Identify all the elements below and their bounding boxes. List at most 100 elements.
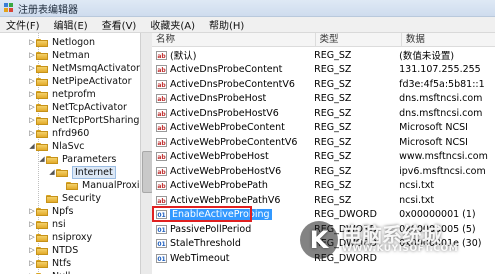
tree-node[interactable]: ▷ Netlogon — [28, 36, 95, 48]
tree-node[interactable]: ManualProxie — [58, 179, 140, 191]
column-header-name[interactable]: 名称 — [152, 33, 315, 46]
value-row[interactable]: ab ActiveWebProbeHost REG_SZ www.msftncsi.c… — [152, 151, 495, 163]
value-name: PassivePollPeriod — [170, 223, 252, 235]
value-type: REG_SZ — [314, 151, 352, 162]
tree-scrollbar[interactable] — [140, 33, 153, 274]
folder-icon — [36, 51, 48, 60]
menu-item[interactable]: 文件(F) — [6, 17, 40, 32]
tree-node[interactable]: ▷ NetTcpPortSharing — [28, 114, 139, 126]
menu-item[interactable]: 帮助(H) — [209, 17, 244, 32]
collapsed-arrow-icon[interactable]: ▷ — [28, 38, 36, 46]
tree-node[interactable]: ◢ NlaSvc — [28, 140, 84, 152]
tree-node[interactable]: ▷ Ntfs — [28, 257, 71, 269]
string-value-icon: ab — [156, 137, 167, 147]
value-data: dns.msftncsi.com — [399, 107, 483, 119]
window-title: 注册表编辑器 — [18, 4, 78, 16]
tree-node[interactable]: ▷ Npfs — [28, 205, 73, 217]
binary-value-icon: 01 — [156, 239, 167, 248]
string-value-icon: ab — [156, 94, 167, 103]
column-header-type[interactable]: 类型 — [314, 33, 401, 46]
tree-node-label: Npfs — [52, 205, 74, 217]
folder-icon — [36, 246, 48, 255]
value-row[interactable]: ab ActiveDnsProbeContentV6 REG_SZ fd3e:4f5a… — [152, 78, 495, 90]
tree-node[interactable]: ◢ Internet — [48, 165, 116, 179]
collapsed-arrow-icon[interactable]: ▷ — [28, 51, 36, 59]
collapsed-arrow-icon[interactable]: ▷ — [28, 233, 36, 241]
folder-icon — [46, 155, 58, 164]
value-row[interactable]: ab (默认) REG_SZ (数值未设置) — [152, 49, 495, 62]
tree-node[interactable]: ▷ NTDS — [28, 244, 78, 256]
collapsed-arrow-icon[interactable]: ▷ — [28, 90, 36, 98]
folder-icon — [36, 233, 48, 242]
value-row[interactable]: ab ActiveWebProbeHostV6 REG_SZ ipv6.msftncs… — [152, 165, 495, 177]
tree-node[interactable]: ▷Null — [28, 270, 70, 274]
collapsed-arrow-icon[interactable]: ▷ — [28, 116, 36, 124]
tree-node[interactable]: ▷ nsi — [28, 218, 65, 230]
collapsed-arrow-icon[interactable]: ▷ — [28, 246, 36, 254]
regedit-app-icon — [4, 3, 14, 13]
tree-node-label: ManualProxie — [82, 179, 140, 191]
value-row[interactable]: ab ActiveDnsProbeHost REG_SZ dns.msftncsi.c… — [152, 93, 495, 105]
value-name: ActiveDnsProbeContent — [170, 64, 283, 75]
value-row[interactable]: ab ActiveDnsProbeContent REG_SZ 131.107.255… — [152, 64, 495, 76]
tree-node[interactable]: ▷ NetMsmqActivator — [28, 62, 140, 74]
tree-node-label: NetTcpPortSharing — [52, 114, 140, 126]
value-row[interactable]: ab ActiveWebProbeContent REG_SZ Microsoft N… — [152, 122, 495, 134]
value-row[interactable]: ab ActiveWebProbeContentV6 REG_SZ Microsoft… — [152, 136, 495, 148]
value-row[interactable]: ab ActiveWebProbePath REG_SZ ncsi.txt — [152, 180, 495, 192]
value-type: REG_SZ — [314, 194, 352, 206]
tree-node-label: NlaSvc — [52, 140, 85, 152]
menu-item[interactable]: 编辑(E) — [54, 17, 88, 32]
string-value-icon: ab — [156, 79, 167, 89]
value-type: REG_SZ — [314, 180, 352, 191]
tree-node[interactable]: ▷ netprofm — [28, 88, 96, 100]
collapsed-arrow-icon[interactable]: ▷ — [28, 207, 36, 215]
folder-icon — [36, 77, 48, 86]
collapsed-arrow-icon[interactable]: ▷ — [28, 129, 36, 137]
value-name: ActiveWebProbePathV6 — [170, 194, 281, 206]
red-highlight-box — [152, 205, 252, 222]
collapsed-arrow-icon[interactable]: ▷ — [28, 64, 36, 72]
column-header-data[interactable]: 数据 — [400, 33, 495, 46]
tree-node[interactable]: ▷ Netman — [28, 49, 90, 61]
tree-node-label: netprofm — [52, 88, 96, 100]
binary-value-icon: 01 — [156, 253, 167, 263]
string-value-icon: ab — [156, 50, 167, 60]
value-name: ActiveWebProbeHost — [170, 151, 269, 162]
tree-node-label: NTDS — [52, 244, 79, 256]
string-value-icon: ab — [156, 152, 167, 161]
tree-node-label: Null — [52, 271, 70, 274]
collapsed-arrow-icon[interactable]: ▷ — [28, 103, 36, 111]
string-value-icon: ab — [156, 195, 167, 205]
collapsed-arrow-icon[interactable]: ▷ — [28, 77, 36, 85]
value-type: REG_SZ — [314, 64, 352, 75]
value-name: ActiveDnsProbeHostV6 — [170, 107, 279, 119]
expanded-arrow-icon[interactable]: ◢ — [28, 142, 36, 150]
tree-node-label: NetMsmqActivator — [52, 62, 140, 74]
folder-icon — [36, 207, 48, 216]
menu-item[interactable]: 查看(V) — [102, 17, 137, 32]
string-value-icon: ab — [156, 181, 167, 190]
tree-node[interactable]: ▷ NetTcpActivator — [28, 101, 127, 113]
folder-icon — [46, 194, 58, 203]
tree-node[interactable]: ▷ NetPipeActivator — [28, 75, 131, 87]
value-data: 131.107.255.255 — [399, 64, 481, 75]
collapsed-arrow-icon[interactable]: ▷ — [28, 220, 36, 228]
registry-tree[interactable]: ▷ Netlogon ▷ Netman ▷ NetMsmqActivator ▷ NetPip… — [0, 33, 140, 274]
expanded-arrow-icon[interactable]: ◢ — [48, 168, 56, 176]
value-type: REG_SZ — [314, 93, 352, 104]
menu-item[interactable]: 收藏夹(A) — [150, 17, 195, 32]
tree-node[interactable]: ▷ nsiproxy — [28, 231, 92, 243]
expanded-arrow-icon[interactable]: ◢ — [38, 155, 46, 163]
tree-node-label: Netman — [52, 49, 90, 61]
tree-node[interactable]: Security — [38, 192, 101, 204]
collapsed-arrow-icon[interactable]: ▷ — [28, 259, 36, 267]
value-data: ncsi.txt — [399, 180, 435, 191]
value-row[interactable]: ab ActiveDnsProbeHostV6 REG_SZ dns.msftncsi… — [152, 107, 495, 119]
tree-node[interactable]: ▷ nfrd960 — [28, 127, 89, 139]
title-bar: 注册表编辑器 — [0, 0, 495, 17]
tree-node[interactable]: ◢ Parameters — [38, 153, 116, 165]
value-data: (数值未设置) — [399, 51, 455, 62]
value-type: REG_SZ — [314, 165, 352, 177]
folder-icon — [36, 142, 48, 151]
